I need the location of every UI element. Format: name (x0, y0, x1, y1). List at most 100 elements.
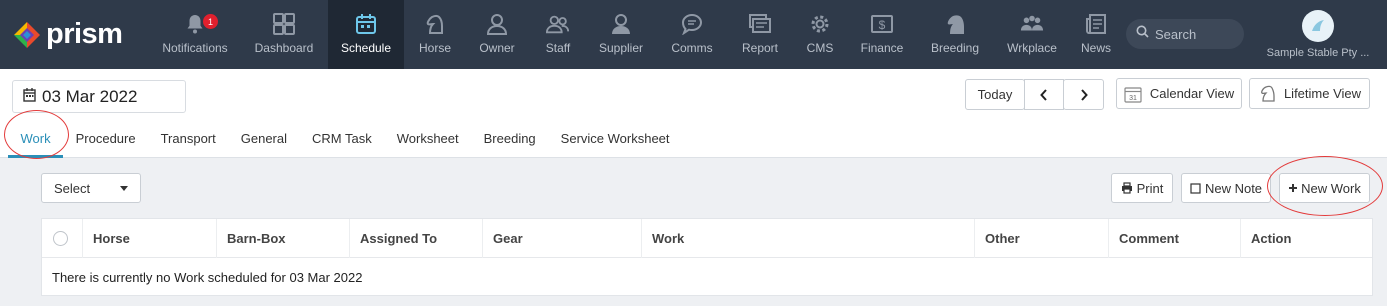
nav-wrkplace[interactable]: Wrkplace (996, 0, 1068, 69)
new-work-button[interactable]: New Work (1279, 173, 1370, 203)
account-menu[interactable]: Sample Stable Pty ... (1258, 10, 1378, 59)
select-all-radio[interactable] (53, 231, 68, 246)
prism-logo[interactable]: prism (0, 0, 150, 69)
schedule-header: 03 Mar 2022 Today 31 Calendar View Lifet… (0, 69, 1387, 158)
chevron-right-icon (1080, 88, 1088, 101)
nav-label: News (1080, 41, 1111, 55)
print-icon (1121, 182, 1132, 194)
chevron-left-icon (1040, 88, 1047, 101)
prism-logo-icon (14, 21, 40, 48)
schedule-tabs: Work Procedure Transport General CRM Tas… (8, 126, 682, 158)
breeding-icon (943, 12, 967, 36)
tab-crm-task[interactable]: CRM Task (300, 126, 385, 158)
gear-icon (808, 12, 832, 36)
report-icon (748, 12, 772, 36)
note-icon (1190, 182, 1201, 194)
people-icon (546, 12, 570, 36)
person-icon (485, 12, 509, 36)
horse-head-icon (1261, 85, 1275, 102)
horse-icon (423, 12, 447, 36)
selected-date: 03 Mar 2022 (42, 86, 138, 106)
tab-worksheet[interactable]: Worksheet (384, 126, 471, 158)
new-note-label: New Note (1204, 180, 1263, 196)
nav-supplier[interactable]: Supplier (588, 0, 654, 69)
print-label: Print (1136, 180, 1164, 196)
main-nav: 1 Notifications Dashboard Schedule Horse (150, 0, 1124, 69)
nav-dashboard[interactable]: Dashboard (240, 0, 328, 69)
column-header-assigned-to[interactable]: Assigned To (349, 219, 482, 258)
workplace-icon (1020, 12, 1044, 36)
nav-comms[interactable]: Comms (654, 0, 730, 69)
calendar-view-button[interactable]: 31 Calendar View (1116, 78, 1242, 109)
news-icon (1084, 12, 1108, 36)
nav-cms[interactable]: CMS (790, 0, 850, 69)
column-header-other[interactable]: Other (974, 219, 1108, 258)
caret-down-icon (120, 185, 128, 191)
account-name: Sample Stable Pty ... (1266, 47, 1370, 59)
empty-state-message: There is currently no Work scheduled for… (52, 270, 363, 285)
today-button[interactable]: Today (965, 79, 1025, 110)
nav-label: Schedule (340, 41, 392, 55)
nav-label: Owner (479, 41, 515, 55)
search-box[interactable] (1126, 19, 1244, 49)
top-navigation: prism 1 Notifications Dashboard Schedule (0, 0, 1387, 69)
lifetime-view-label: Lifetime View (1283, 86, 1362, 101)
nav-horse[interactable]: Horse (404, 0, 466, 69)
tab-breeding[interactable]: Breeding (471, 126, 548, 158)
calendar-icon (23, 87, 36, 107)
nav-news[interactable]: News (1068, 0, 1124, 69)
nav-label: Dashboard (254, 41, 314, 55)
nav-label: Notifications (162, 41, 228, 55)
work-table: Horse Barn-Box Assigned To Gear Work Oth… (41, 218, 1373, 296)
tab-general[interactable]: General (228, 126, 299, 158)
column-header-horse[interactable]: Horse (82, 219, 216, 258)
nav-label: Supplier (598, 41, 644, 55)
nav-label: Report (741, 41, 779, 55)
dashboard-icon (272, 12, 296, 36)
select-value: Select (54, 180, 91, 196)
select-all-column (42, 219, 82, 258)
nav-report[interactable]: Report (730, 0, 790, 69)
bulk-action-select[interactable]: Select (41, 173, 141, 203)
nav-staff[interactable]: Staff (528, 0, 588, 69)
table-header: Horse Barn-Box Assigned To Gear Work Oth… (42, 219, 1372, 258)
brand-name: prism (46, 18, 123, 50)
chat-icon (680, 12, 704, 36)
notification-badge: 1 (203, 14, 218, 29)
column-header-comment[interactable]: Comment (1108, 219, 1240, 258)
stable-logo-icon (1312, 20, 1324, 31)
nav-label: Staff (545, 41, 571, 55)
plus-icon (1289, 184, 1298, 192)
svg-text:$: $ (879, 18, 886, 32)
calendar-31-icon: 31 (1124, 86, 1142, 103)
nav-owner[interactable]: Owner (466, 0, 528, 69)
tab-work[interactable]: Work (8, 126, 64, 158)
lifetime-view-button[interactable]: Lifetime View (1249, 78, 1370, 109)
new-work-label: New Work (1301, 180, 1361, 196)
nav-label: Breeding (930, 41, 980, 55)
nav-notifications[interactable]: 1 Notifications (150, 0, 240, 69)
nav-label: Comms (671, 41, 713, 55)
nav-finance[interactable]: $ Finance (850, 0, 914, 69)
column-header-gear[interactable]: Gear (482, 219, 641, 258)
nav-label: CMS (806, 41, 834, 55)
nav-breeding[interactable]: Breeding (914, 0, 996, 69)
column-header-work[interactable]: Work (641, 219, 974, 258)
print-button[interactable]: Print (1111, 173, 1173, 203)
calendar-view-label: Calendar View (1149, 86, 1235, 101)
nav-label: Wrkplace (1007, 41, 1057, 55)
supplier-icon (609, 12, 633, 36)
date-picker[interactable]: 03 Mar 2022 (12, 80, 186, 113)
new-note-button[interactable]: New Note (1181, 173, 1271, 203)
column-header-action: Action (1240, 219, 1372, 258)
tab-service-worksheet[interactable]: Service Worksheet (548, 126, 682, 158)
column-header-barn-box[interactable]: Barn-Box (216, 219, 349, 258)
next-day-button[interactable] (1063, 79, 1104, 110)
avatar (1302, 10, 1334, 42)
previous-day-button[interactable] (1024, 79, 1064, 110)
tab-procedure[interactable]: Procedure (63, 126, 148, 158)
search-icon (1136, 25, 1149, 43)
nav-schedule[interactable]: Schedule (328, 0, 404, 69)
tab-transport[interactable]: Transport (148, 126, 228, 158)
search-input[interactable] (1155, 26, 1235, 42)
